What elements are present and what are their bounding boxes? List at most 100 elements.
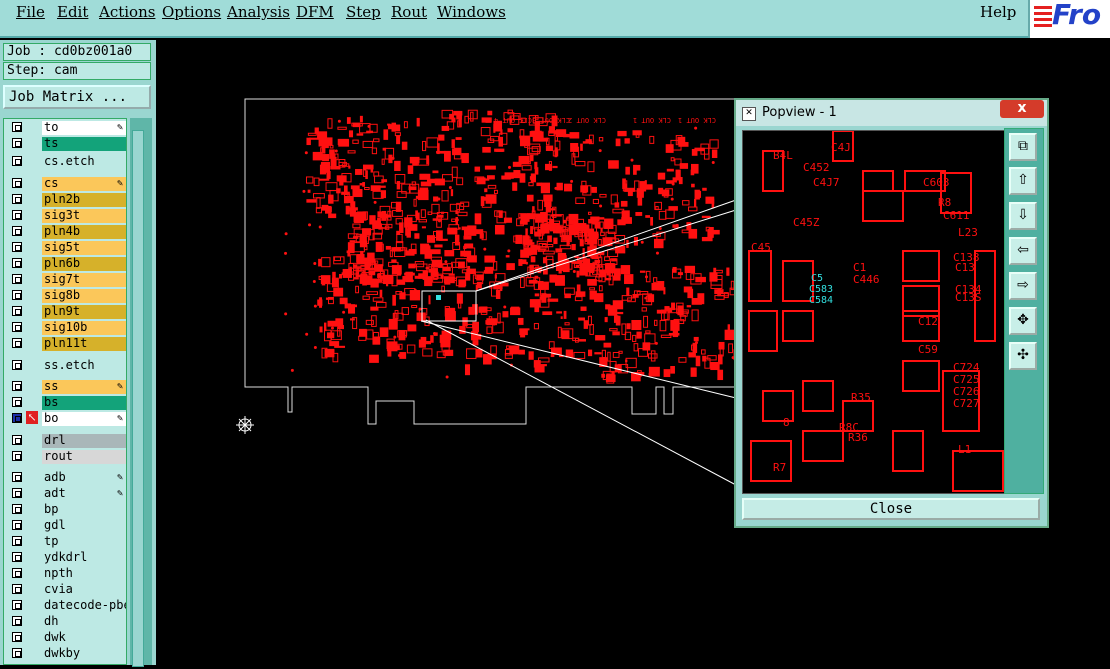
layer-checkbox[interactable] (12, 156, 22, 166)
layer-name[interactable]: sig10b (42, 321, 126, 335)
popview-window[interactable]: ✕ Popview - 1 x B4L C452 C4J C4J7 C45 C45Z C60… (734, 98, 1049, 528)
layer-row-bo[interactable]: bo ✎ ↖ (6, 411, 126, 426)
layer-checkbox[interactable] (12, 381, 22, 391)
menu-edit[interactable]: Edit (57, 3, 88, 21)
layer-checkbox[interactable] (12, 552, 22, 562)
layer-checkbox[interactable] (12, 194, 22, 204)
menu-rout[interactable]: Rout (391, 3, 427, 21)
layer-name[interactable]: npth (42, 567, 126, 581)
layer-row-dwk[interactable]: dwk (6, 631, 126, 645)
layer-checkbox[interactable] (12, 504, 22, 514)
menu-actions[interactable]: Actions (99, 3, 155, 21)
layer-row-sig10b[interactable]: sig10b (6, 321, 126, 335)
layer-name[interactable]: pln9t (42, 305, 126, 319)
layer-name[interactable]: dh (42, 615, 126, 629)
zoom-out-icon[interactable]: ✣ (1009, 342, 1037, 370)
layer-name[interactable]: to ✎ (42, 121, 126, 135)
layer-checkbox[interactable] (12, 258, 22, 268)
layer-name[interactable]: ts (42, 137, 126, 151)
layer-row-csetch[interactable]: cs.etch (6, 155, 126, 169)
menu-options[interactable]: Options (162, 3, 221, 21)
layer-checkbox[interactable] (12, 122, 22, 132)
zoom-in-icon[interactable]: ✥ (1009, 307, 1037, 335)
layer-row-bp[interactable]: bp (6, 503, 126, 517)
layer-checkbox[interactable] (12, 338, 22, 348)
layer-name[interactable]: sig7t (42, 273, 126, 287)
layer-name[interactable]: pln6b (42, 257, 126, 271)
layer-row-ss[interactable]: ss ✎ (6, 380, 126, 394)
layer-row-cs[interactable]: cs ✎ (6, 177, 126, 191)
menu-file[interactable]: File (16, 3, 45, 21)
close-button[interactable]: Close (742, 498, 1040, 520)
layer-checkbox[interactable] (12, 242, 22, 252)
layer-checkbox[interactable] (12, 600, 22, 610)
layer-name[interactable]: ss ✎ (42, 380, 126, 394)
layer-checkbox[interactable] (12, 472, 22, 482)
menu-help[interactable]: Help (980, 3, 1016, 21)
layer-name[interactable]: dwk (42, 631, 126, 645)
layer-checkbox[interactable] (12, 584, 22, 594)
layer-row-to[interactable]: to ✎ (6, 121, 126, 135)
layer-row-cvia[interactable]: cvia (6, 583, 126, 597)
layer-checkbox[interactable] (12, 536, 22, 546)
layer-row-tp[interactable]: tp (6, 535, 126, 549)
zoom-home-icon[interactable]: ⧉ (1009, 133, 1037, 161)
layer-checkbox[interactable] (12, 178, 22, 188)
layer-name[interactable]: sig5t (42, 241, 126, 255)
layer-name[interactable]: cs.etch (42, 155, 126, 169)
layer-row-datecodepbe[interactable]: datecode-pbe (6, 599, 126, 613)
layer-row-adt[interactable]: adt ✎ (6, 487, 126, 501)
menu-analysis[interactable]: Analysis (227, 3, 290, 21)
layer-name[interactable]: sig3t (42, 209, 126, 223)
layer-checkbox[interactable] (12, 435, 22, 445)
layer-checkbox[interactable] (12, 648, 22, 658)
layer-checkbox[interactable] (12, 274, 22, 284)
layer-row-pln11t[interactable]: pln11t (6, 337, 126, 351)
layer-checkbox[interactable] (12, 568, 22, 578)
layer-row-ydkdrl[interactable]: ydkdrl (6, 551, 126, 565)
layer-row-rout[interactable]: rout (6, 450, 126, 464)
layer-row-ssetch[interactable]: ss.etch (6, 359, 126, 373)
job-matrix-button[interactable]: Job Matrix ... (3, 85, 151, 109)
layer-checkbox[interactable] (12, 413, 22, 423)
layer-row-sig3t[interactable]: sig3t (6, 209, 126, 223)
layer-checkbox[interactable] (12, 322, 22, 332)
layer-name[interactable]: ss.etch (42, 359, 126, 373)
layer-name[interactable]: bs (42, 396, 126, 410)
pan-up-icon[interactable]: ⇧ (1009, 167, 1037, 195)
layer-row-dwkby[interactable]: dwkby (6, 647, 126, 661)
layer-row-pln6b[interactable]: pln6b (6, 257, 126, 271)
layer-checkbox[interactable] (12, 616, 22, 626)
layer-row-drl[interactable]: drl (6, 434, 126, 448)
layer-name[interactable]: drl (42, 434, 126, 448)
layer-checkbox[interactable] (12, 451, 22, 461)
layer-checkbox[interactable] (12, 488, 22, 498)
scrollbar-thumb[interactable] (132, 130, 144, 667)
layer-name[interactable]: pln2b (42, 193, 126, 207)
layer-name[interactable]: rout (42, 450, 126, 464)
layer-name[interactable]: bo ✎ (42, 412, 126, 426)
layer-name[interactable]: bp (42, 503, 126, 517)
pan-left-icon[interactable]: ⇦ (1009, 237, 1037, 265)
layer-name[interactable]: cs ✎ (42, 177, 126, 191)
layer-checkbox[interactable] (12, 360, 22, 370)
layer-scrollbar[interactable] (130, 118, 152, 667)
layer-row-sig5t[interactable]: sig5t (6, 241, 126, 255)
layer-row-sig8b[interactable]: sig8b (6, 289, 126, 303)
window-close-button[interactable]: x (1000, 100, 1044, 118)
layer-name[interactable]: adt ✎ (42, 487, 126, 501)
layer-checkbox[interactable] (12, 632, 22, 642)
layer-checkbox[interactable] (12, 306, 22, 316)
layer-checkbox[interactable] (12, 520, 22, 530)
layer-row-pln2b[interactable]: pln2b (6, 193, 126, 207)
menu-step[interactable]: Step (346, 3, 381, 21)
layer-row-bs[interactable]: bs (6, 396, 126, 410)
popview-canvas[interactable]: B4L C452 C4J C4J7 C45 C45Z C603 R8 C611 L23 C13 8 C1… (742, 130, 1006, 494)
layer-name[interactable]: datecode-pbe (42, 599, 126, 613)
layer-row-pln9t[interactable]: pln9t (6, 305, 126, 319)
layer-checkbox[interactable] (12, 290, 22, 300)
layer-name[interactable]: pln11t (42, 337, 126, 351)
layer-checkbox[interactable] (12, 210, 22, 220)
layer-name[interactable]: cvia (42, 583, 126, 597)
layer-row-adb[interactable]: adb ✎ (6, 471, 126, 485)
